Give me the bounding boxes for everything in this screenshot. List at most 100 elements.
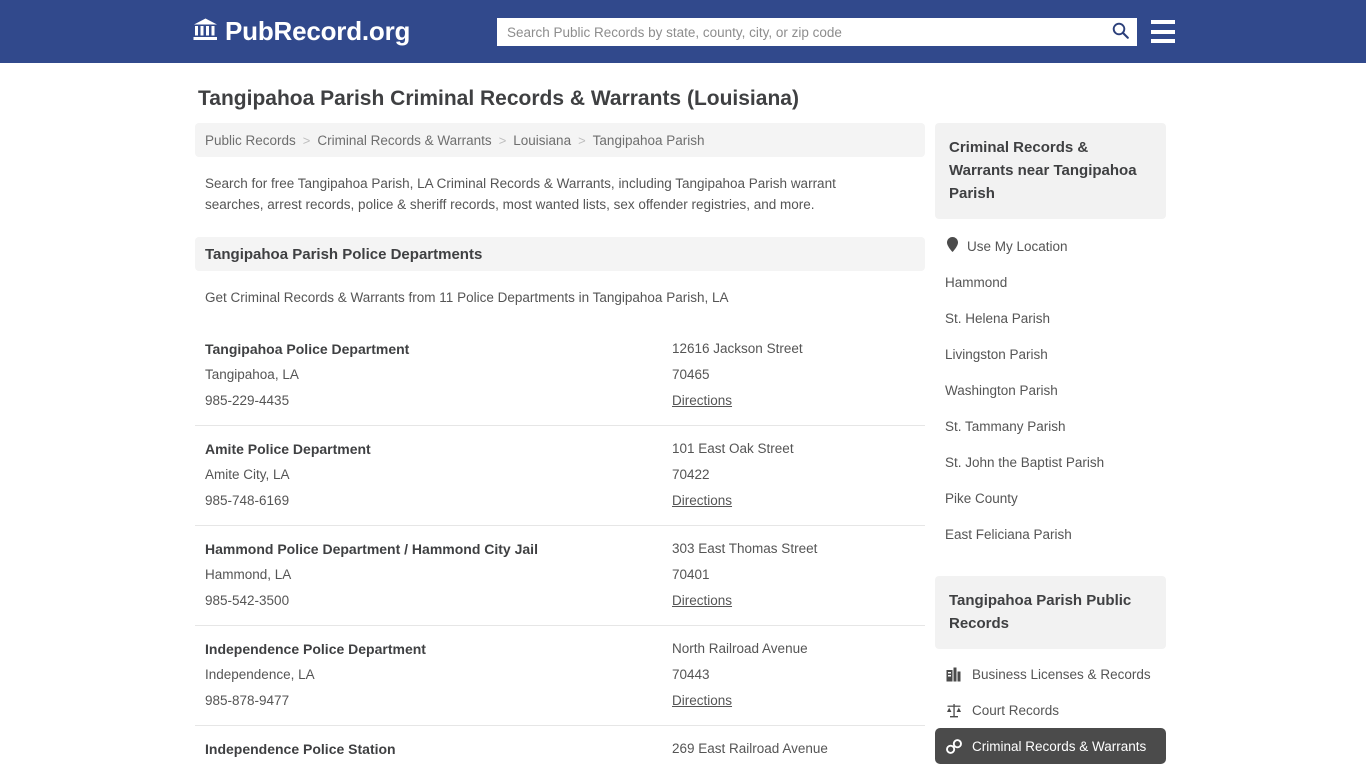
listing-zip: 70401: [672, 567, 710, 582]
listing-right-column: North Railroad Avenue 70443 Directions: [672, 636, 915, 714]
listing-city: Independence, LA: [205, 762, 672, 768]
sidebar-item-washington-parish[interactable]: Washington Parish: [935, 372, 1166, 408]
listing-city: Hammond, LA: [205, 567, 292, 582]
listing-name: Tangipahoa Police Department: [205, 341, 410, 357]
listing-street: 303 East Thomas Street: [672, 541, 818, 556]
sidebar-item-label: Washington Parish: [945, 382, 1058, 398]
sidebar-item-label: Livingston Parish: [945, 346, 1048, 362]
listing-right-column: 12616 Jackson Street 70465 Directions: [672, 336, 915, 414]
sidebar-item-st-john-the-baptist-parish[interactable]: St. John the Baptist Parish: [935, 444, 1166, 480]
listing-phone: 985-878-9477: [205, 693, 290, 708]
sidebar-item-label: St. Helena Parish: [945, 310, 1051, 326]
scales-of-justice-icon: [945, 703, 962, 718]
listing-phone: 985-748-6169: [205, 493, 290, 508]
hamburger-bar: [1151, 39, 1175, 43]
listing-city: Tangipahoa, LA: [205, 367, 299, 382]
sidebar-item-east-feliciana-parish[interactable]: East Feliciana Parish: [935, 516, 1166, 552]
sidebar-item-label: East Feliciana Parish: [945, 526, 1072, 542]
sidebar-item-label: St. Tammany Parish: [945, 418, 1066, 434]
site-logo-text: PubRecord.org: [225, 16, 411, 46]
sidebar-records-heading: Tangipahoa Parish Public Records: [935, 576, 1166, 649]
breadcrumb-item-louisiana[interactable]: Louisiana: [513, 133, 571, 148]
table-row: Independence Police Department Independe…: [195, 626, 925, 726]
sidebar-nearby-list: Use My Location Hammond St. Helena Paris…: [935, 228, 1166, 552]
search-input[interactable]: [497, 18, 1103, 46]
table-row: Tangipahoa Police Department Tangipahoa,…: [195, 326, 925, 426]
listing-right-column: 269 East Railroad Avenue 70443 Direction…: [672, 736, 915, 768]
site-header: PubRecord.org: [0, 0, 1366, 63]
listing-phone: 985-542-3500: [205, 593, 290, 608]
hamburger-bar: [1151, 20, 1175, 24]
listing-left-column: Tangipahoa Police Department Tangipahoa,…: [205, 336, 672, 414]
sidebar: Criminal Records & Warrants near Tangipa…: [935, 123, 1166, 768]
listing-left-column: Independence Police Station Independence…: [205, 736, 672, 768]
listing-street: 12616 Jackson Street: [672, 341, 803, 356]
listing-zip: 70465: [672, 367, 710, 382]
sidebar-item-hammond[interactable]: Hammond: [935, 264, 1166, 300]
search-icon: [1112, 22, 1129, 42]
sidebar-item-court-records[interactable]: Court Records: [935, 692, 1166, 728]
search-button[interactable]: [1103, 18, 1137, 46]
listing-phone: 985-229-4435: [205, 393, 290, 408]
listing-zip: 70443: [672, 667, 710, 682]
sidebar-item-pike-county[interactable]: Pike County: [935, 480, 1166, 516]
sidebar-item-label: Court Records: [972, 702, 1060, 718]
sidebar-nearby-heading: Criminal Records & Warrants near Tangipa…: [935, 123, 1166, 219]
breadcrumb-item-criminal-records[interactable]: Criminal Records & Warrants: [317, 133, 491, 148]
listing-right-column: 101 East Oak Street 70422 Directions: [672, 436, 915, 514]
handcuffs-icon: [945, 738, 962, 754]
sidebar-item-use-my-location[interactable]: Use My Location: [935, 228, 1166, 264]
breadcrumb-separator: >: [302, 132, 311, 148]
listing-name: Independence Police Department: [205, 641, 426, 657]
directions-link[interactable]: Directions: [672, 488, 732, 514]
listing-street: 269 East Railroad Avenue: [672, 741, 828, 756]
sidebar-item-label: Pike County: [945, 490, 1018, 506]
listing-name: Hammond Police Department / Hammond City…: [205, 541, 538, 557]
bank-building-icon: [193, 17, 218, 46]
main-content: Public Records > Criminal Records & Warr…: [195, 123, 925, 768]
breadcrumb-item-tangipahoa-parish[interactable]: Tangipahoa Parish: [593, 133, 705, 148]
directions-link[interactable]: Directions: [672, 688, 732, 714]
search-bar: [497, 18, 1137, 46]
breadcrumb: Public Records > Criminal Records & Warr…: [195, 123, 925, 157]
sidebar-item-st-tammany-parish[interactable]: St. Tammany Parish: [935, 408, 1166, 444]
table-row: Independence Police Station Independence…: [195, 726, 925, 768]
breadcrumb-separator: >: [578, 132, 586, 148]
sidebar-item-st-helena-parish[interactable]: St. Helena Parish: [935, 300, 1166, 336]
sidebar-item-label: Use My Location: [967, 238, 1068, 254]
sidebar-item-label: Business Licenses & Records: [972, 666, 1151, 682]
listing-name: Independence Police Station: [205, 741, 396, 757]
listing-left-column: Amite Police Department Amite City, LA 9…: [205, 436, 672, 514]
police-department-list: Tangipahoa Police Department Tangipahoa,…: [195, 326, 925, 768]
listing-street: North Railroad Avenue: [672, 641, 808, 656]
breadcrumb-item-public-records[interactable]: Public Records: [205, 133, 296, 148]
breadcrumb-separator: >: [498, 132, 507, 148]
sidebar-item-label: Hammond: [945, 274, 1008, 290]
map-pin-icon: [947, 237, 958, 255]
intro-description: Search for free Tangipahoa Parish, LA Cr…: [205, 176, 836, 212]
listing-left-column: Independence Police Department Independe…: [205, 636, 672, 714]
sidebar-item-business-licenses[interactable]: Business Licenses & Records: [935, 656, 1166, 692]
directions-link[interactable]: Directions: [672, 588, 732, 614]
site-logo[interactable]: PubRecord.org: [193, 16, 410, 47]
sidebar-item-livingston-parish[interactable]: Livingston Parish: [935, 336, 1166, 372]
listing-left-column: Hammond Police Department / Hammond City…: [205, 536, 672, 614]
listing-name: Amite Police Department: [205, 441, 371, 457]
sidebar-item-criminal-records-warrants[interactable]: Criminal Records & Warrants: [935, 728, 1166, 764]
listing-right-column: 303 East Thomas Street 70401 Directions: [672, 536, 915, 614]
hamburger-bar: [1151, 29, 1175, 34]
section-subheading: Get Criminal Records & Warrants from 11 …: [205, 290, 729, 305]
table-row: Amite Police Department Amite City, LA 9…: [195, 426, 925, 526]
sidebar-item-inmate-jail-records[interactable]: Inmate & Jail Records: [935, 764, 1166, 768]
sidebar-item-label: Criminal Records & Warrants: [972, 738, 1147, 754]
sidebar-records-list: Business Licenses & Records Court Record…: [935, 656, 1166, 768]
building-icon: [945, 667, 962, 682]
directions-link[interactable]: Directions: [672, 388, 732, 414]
sidebar-item-label: St. John the Baptist Parish: [945, 454, 1105, 470]
page-title: Tangipahoa Parish Criminal Records & War…: [198, 87, 799, 110]
section-heading: Tangipahoa Parish Police Departments: [195, 237, 925, 271]
listing-city: Amite City, LA: [205, 467, 290, 482]
listing-street: 101 East Oak Street: [672, 441, 794, 456]
listing-zip: 70443: [672, 762, 915, 768]
hamburger-menu-icon[interactable]: [1151, 20, 1175, 43]
